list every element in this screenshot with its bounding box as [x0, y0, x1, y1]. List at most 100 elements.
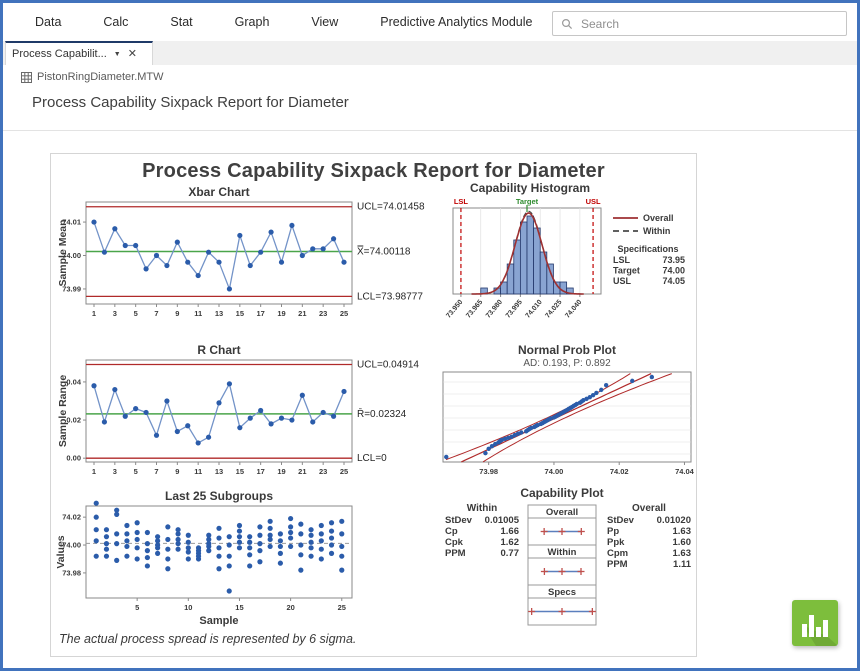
- menu-data[interactable]: Data: [33, 11, 63, 33]
- svg-text:21: 21: [298, 467, 306, 476]
- subgroup-point: [288, 544, 293, 549]
- xbar-point: [185, 260, 190, 265]
- rchart-point: [133, 406, 138, 411]
- menu-predictive-analytics-module[interactable]: Predictive Analytics Module: [378, 11, 534, 33]
- svg-text:3: 3: [113, 467, 117, 476]
- xbar-point: [164, 263, 169, 268]
- subgroup-point: [298, 552, 303, 557]
- sigma-footnote: The actual process spread is represented…: [59, 632, 356, 646]
- rchart-point: [268, 421, 273, 426]
- svg-text:Within: Within: [643, 226, 670, 236]
- svg-text:AD: 0.193, P: 0.892: AD: 0.193, P: 0.892: [523, 358, 611, 369]
- subgroup-point: [257, 541, 262, 546]
- svg-text:1: 1: [92, 467, 96, 476]
- subgroup-point: [145, 530, 150, 535]
- rchart-point: [123, 414, 128, 419]
- xbar-point: [143, 266, 148, 271]
- subgroup-point: [216, 535, 221, 540]
- xbar-point: [248, 263, 253, 268]
- histogram-bar: [527, 216, 534, 294]
- subgroup-point: [94, 515, 99, 520]
- svg-text:74.04: 74.04: [675, 467, 695, 476]
- subgroup-point: [268, 544, 273, 549]
- svg-text:Capability Histogram: Capability Histogram: [470, 182, 590, 195]
- search-box[interactable]: [552, 11, 847, 36]
- subgroup-point: [247, 534, 252, 539]
- subgroup-point: [339, 568, 344, 573]
- subgroup-point: [104, 534, 109, 539]
- subgroup-point: [257, 548, 262, 553]
- svg-text:19: 19: [277, 467, 285, 476]
- subgroup-point: [288, 524, 293, 529]
- menu-stat[interactable]: Stat: [168, 11, 194, 33]
- svg-text:0.00: 0.00: [66, 454, 81, 463]
- svg-text:10: 10: [184, 603, 192, 612]
- menu-graph[interactable]: Graph: [233, 11, 272, 33]
- subgroup-point: [114, 531, 119, 536]
- r-chart[interactable]: R ChartSample Range0.000.020.04135791113…: [56, 340, 434, 490]
- menu-bar: Data Calc Stat Graph View Predictive Ana…: [3, 3, 857, 41]
- svg-text:0.01005: 0.01005: [485, 515, 520, 526]
- graph-title: Process Capability Sixpack Report for Di…: [51, 160, 696, 183]
- rchart-point: [143, 410, 148, 415]
- svg-text:74.02: 74.02: [610, 467, 629, 476]
- minitab-graph-icon[interactable]: [792, 600, 838, 646]
- rchart-point: [321, 410, 326, 415]
- subgroup-point: [206, 533, 211, 538]
- svg-text:Within: Within: [548, 547, 577, 558]
- svg-text:Overall: Overall: [632, 503, 666, 514]
- svg-text:0.77: 0.77: [501, 548, 520, 559]
- rchart-point: [248, 416, 253, 421]
- prob-point: [599, 388, 603, 392]
- svg-text:20: 20: [286, 603, 294, 612]
- rchart-point: [102, 419, 107, 424]
- svg-text:Target: Target: [516, 197, 539, 206]
- svg-text:PPM: PPM: [607, 559, 628, 570]
- search-input[interactable]: [579, 16, 813, 32]
- svg-text:21: 21: [298, 309, 306, 318]
- subgroup-point: [319, 538, 324, 543]
- prob-point: [483, 451, 487, 455]
- xbar-point: [154, 253, 159, 258]
- rchart-point: [258, 408, 263, 413]
- subgroup-point: [237, 545, 242, 550]
- rchart-point: [279, 416, 284, 421]
- svg-text:25: 25: [340, 467, 348, 476]
- xbar-point: [216, 260, 221, 265]
- sixpack-graph-card[interactable]: Process Capability Sixpack Report for Di…: [50, 153, 697, 657]
- last-25-subgroups-plot[interactable]: Last 25 SubgroupsValues73.9874.0074.0251…: [56, 486, 434, 636]
- tab-process-capability[interactable]: Process Capabilit... ▼ ✕: [5, 41, 153, 65]
- normal-prob-plot[interactable]: Normal Prob PlotAD: 0.193, P: 0.89273.98…: [435, 344, 695, 484]
- svg-text:13: 13: [215, 309, 223, 318]
- capability-plot[interactable]: Capability PlotOverallWithinSpecsWithinS…: [435, 487, 695, 632]
- svg-text:PPM: PPM: [445, 548, 466, 559]
- xbar-point: [321, 246, 326, 251]
- subgroup-point: [319, 531, 324, 536]
- prob-point: [519, 430, 523, 434]
- tab-dropdown-icon[interactable]: ▼: [114, 51, 121, 58]
- rchart-point: [237, 425, 242, 430]
- subgroup-point: [216, 526, 221, 531]
- svg-text:23: 23: [319, 309, 327, 318]
- svg-text:74.00: 74.00: [545, 467, 564, 476]
- subgroup-point: [124, 523, 129, 528]
- svg-text:15: 15: [236, 309, 244, 318]
- subgroup-point: [186, 540, 191, 545]
- menu-view[interactable]: View: [309, 11, 340, 33]
- xbar-point: [268, 229, 273, 234]
- svg-text:Specifications: Specifications: [617, 244, 678, 254]
- svg-text:Pp: Pp: [607, 526, 619, 537]
- capability-histogram[interactable]: Capability HistogramLSLUSLTarget73.95073…: [435, 182, 695, 334]
- worksheet-row[interactable]: PistonRingDiameter.MTW: [21, 71, 164, 83]
- svg-text:Last 25 Subgroups: Last 25 Subgroups: [165, 489, 273, 503]
- subgroup-point: [227, 563, 232, 568]
- xbar-chart[interactable]: Xbar ChartSample Mean73.9974.0074.011357…: [56, 182, 434, 332]
- search-icon: [561, 18, 573, 30]
- subgroup-point: [237, 528, 242, 533]
- svg-text:73.98: 73.98: [479, 467, 498, 476]
- subgroup-point: [135, 520, 140, 525]
- subgroup-point: [155, 534, 160, 539]
- menu-calc[interactable]: Calc: [101, 11, 130, 33]
- rchart-point: [341, 389, 346, 394]
- tab-close-icon[interactable]: ✕: [128, 49, 137, 60]
